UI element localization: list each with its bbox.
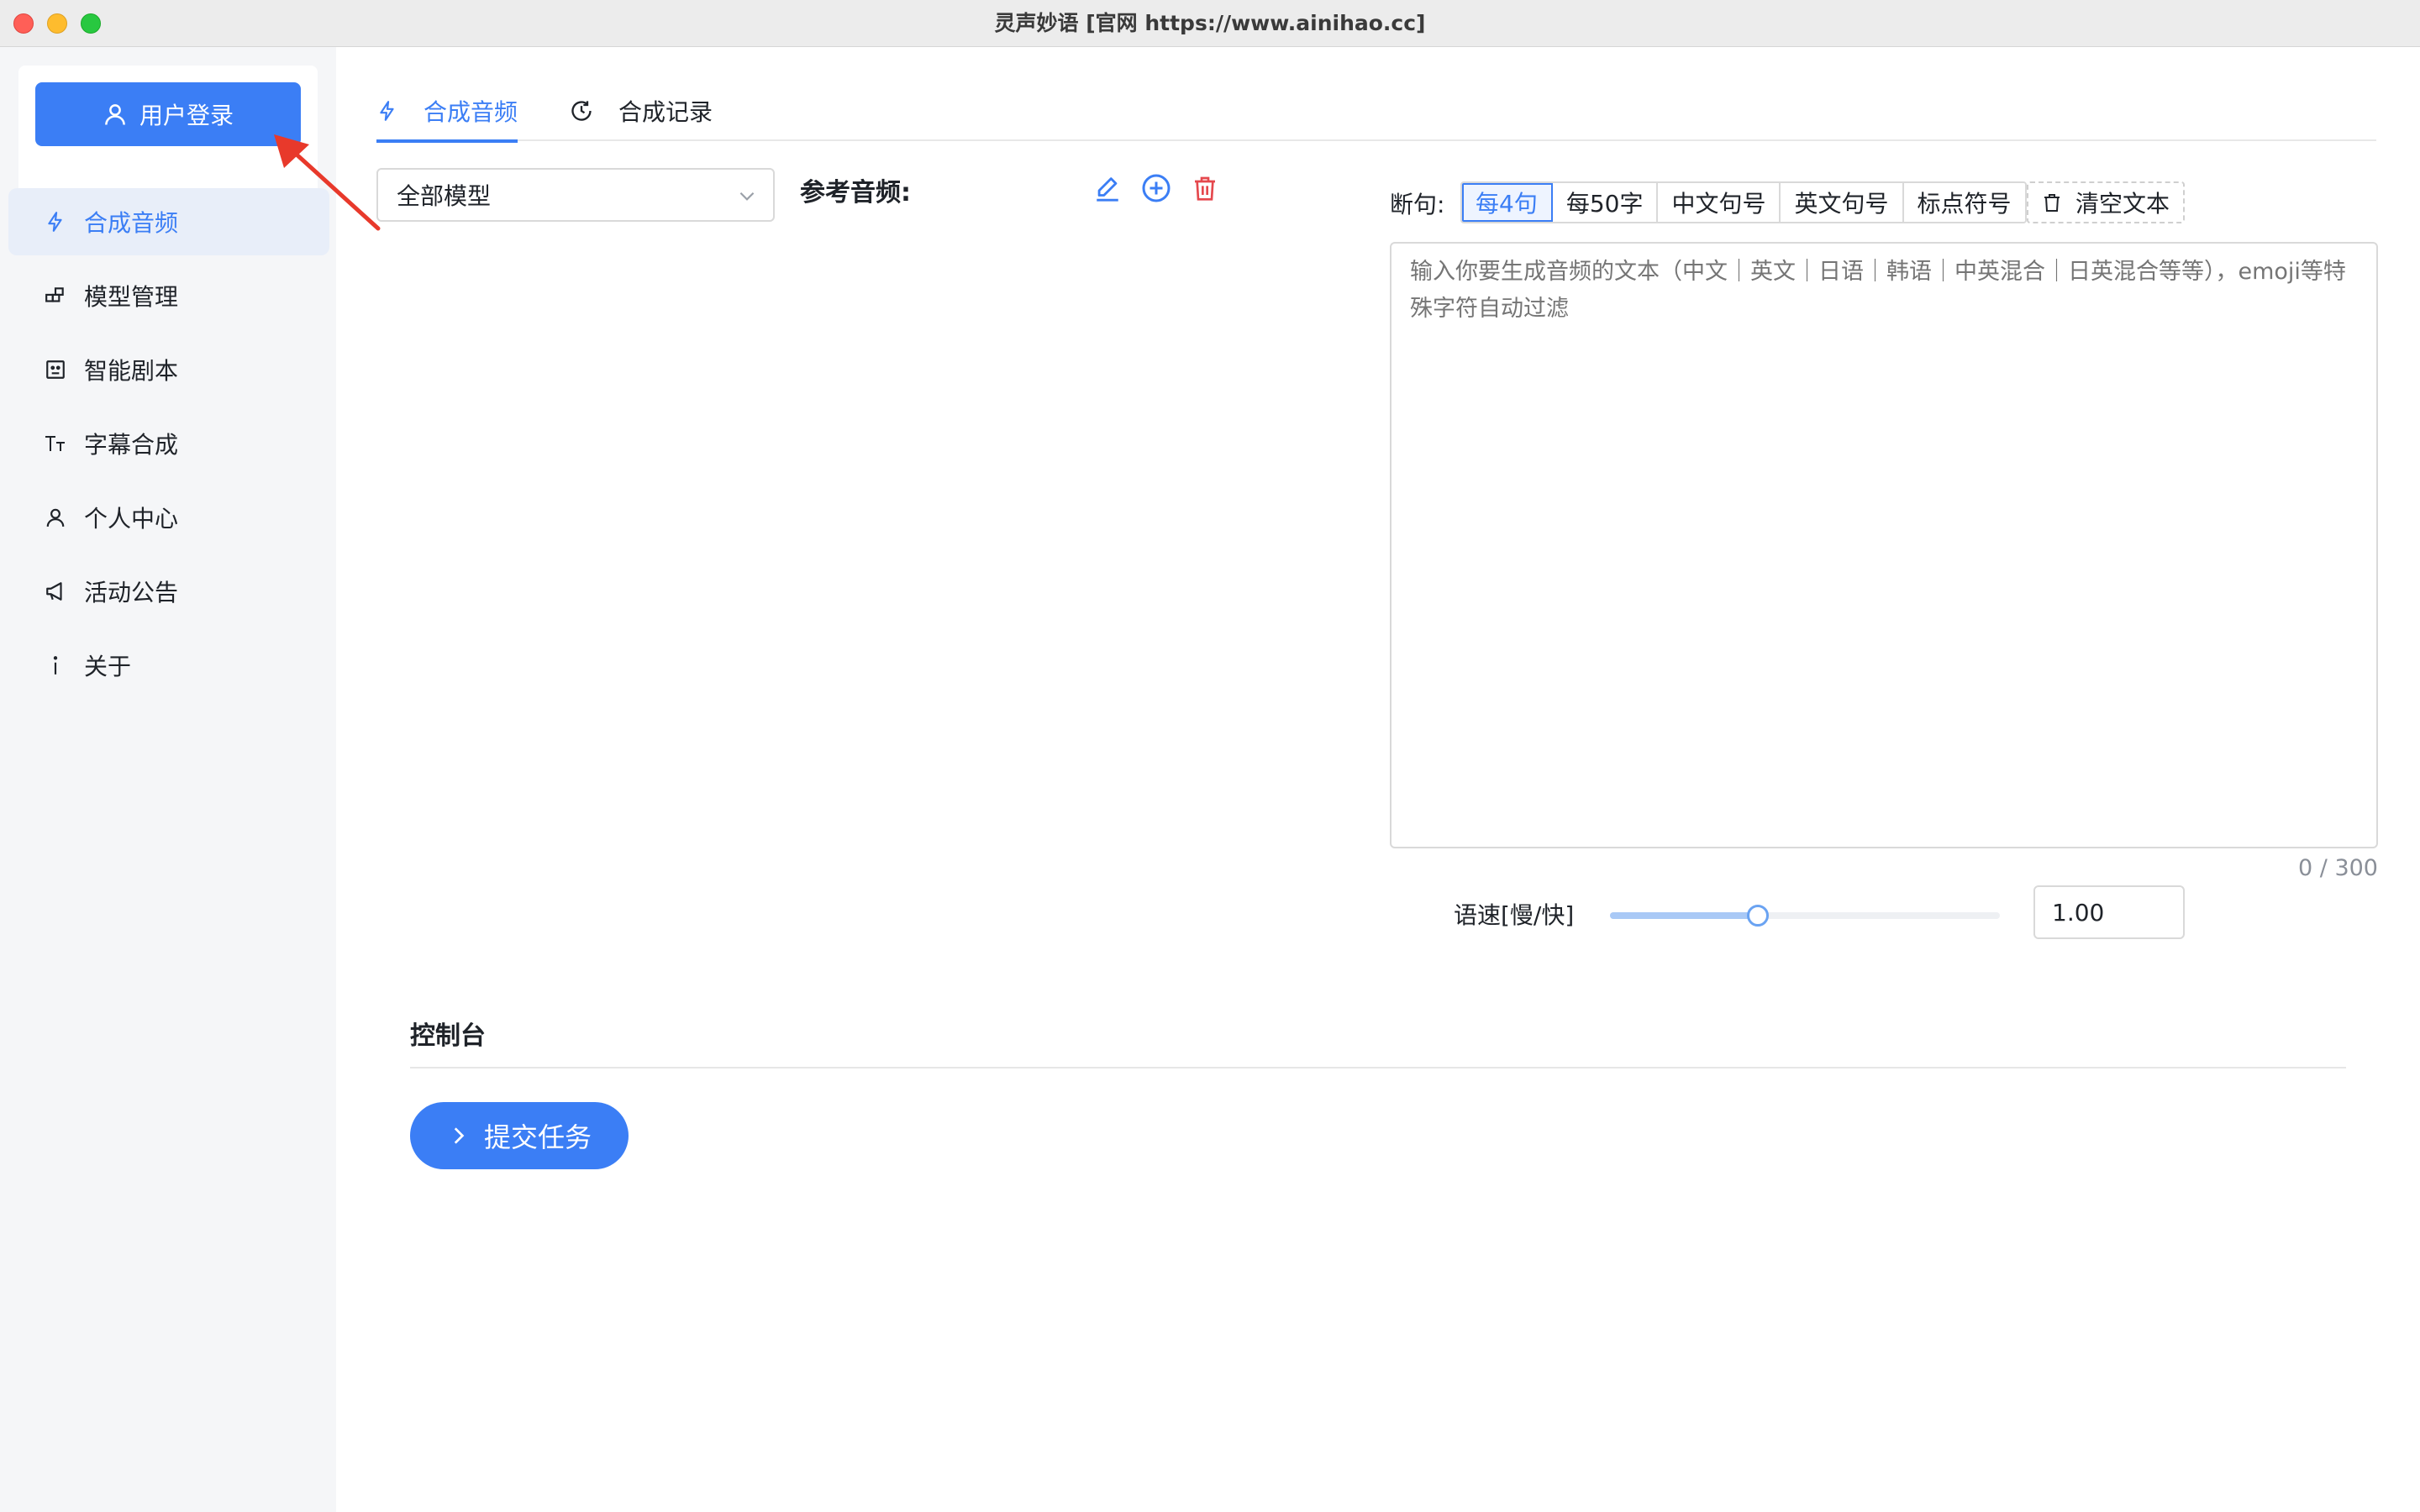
clear-text-label: 清空文本 xyxy=(2075,190,2170,218)
console-divider xyxy=(410,1067,2346,1068)
user-icon xyxy=(105,104,125,125)
info-icon xyxy=(44,654,67,677)
trash-icon xyxy=(2044,194,2060,212)
speed-label: 语速[慢/快] xyxy=(1454,901,1575,929)
script-icon xyxy=(44,358,67,381)
title-bar: 灵声妙语 [官网 https://www.ainihao.cc] xyxy=(0,0,2420,47)
reference-audio-actions xyxy=(1092,173,1220,203)
sidebar-item-label: 智能剧本 xyxy=(84,357,179,385)
speed-input-value: 1.00 xyxy=(2052,898,2105,927)
chevron-down-icon xyxy=(739,192,755,201)
split-option-every-4[interactable]: 每4句 xyxy=(1462,183,1553,222)
split-option-english-period[interactable]: 英文句号 xyxy=(1781,183,1904,222)
text-input[interactable] xyxy=(1390,242,2378,848)
sidebar-item-label: 合成音频 xyxy=(84,209,179,237)
model-select-value: 全部模型 xyxy=(397,182,492,210)
split-mode-group: 每4句 每50字 中文句号 英文句号 标点符号 xyxy=(1460,181,2027,223)
model-blocks-icon xyxy=(44,284,67,307)
user-icon xyxy=(44,506,67,529)
split-label: 断句: xyxy=(1390,191,1445,218)
delete-icon[interactable] xyxy=(1190,173,1220,203)
submit-task-label: 提交任务 xyxy=(483,1121,592,1153)
sidebar-item-smart-script[interactable]: 智能剧本 xyxy=(8,336,329,403)
chevron-right-icon xyxy=(454,1127,465,1144)
text-size-icon xyxy=(44,432,67,455)
history-icon xyxy=(571,101,592,121)
reference-audio-label: 参考音频: xyxy=(800,178,911,207)
sidebar-item-subtitle-synthesis[interactable]: 字幕合成 xyxy=(8,410,329,477)
sidebar-item-model-management[interactable]: 模型管理 xyxy=(8,262,329,329)
tab-bar: 合成音频 合成记录 xyxy=(376,81,2376,143)
window-title: 灵声妙语 [官网 https://www.ainihao.cc] xyxy=(994,11,1426,35)
char-counter: 0 / 300 xyxy=(2298,855,2378,881)
lightning-icon xyxy=(44,210,67,234)
megaphone-icon xyxy=(44,580,67,603)
submit-task-button[interactable]: 提交任务 xyxy=(410,1102,629,1169)
sidebar-item-label: 模型管理 xyxy=(84,283,179,311)
sidebar-item-announcements[interactable]: 活动公告 xyxy=(8,558,329,625)
slider-thumb[interactable] xyxy=(1747,905,1770,927)
lightning-icon xyxy=(380,101,394,121)
sidebar-item-label: 个人中心 xyxy=(84,505,179,533)
edit-icon[interactable] xyxy=(1092,173,1123,203)
tab-synthesis-history[interactable]: 合成记录 xyxy=(570,81,713,141)
tab-label: 合成音频 xyxy=(424,98,518,126)
sidebar-item-label: 关于 xyxy=(84,653,132,680)
split-option-chinese-period[interactable]: 中文句号 xyxy=(1658,183,1781,222)
add-circle-icon[interactable] xyxy=(1141,173,1171,203)
login-button-label: 用户登录 xyxy=(139,102,234,129)
sidebar-item-label: 活动公告 xyxy=(84,579,179,606)
speed-slider[interactable] xyxy=(1610,904,2000,927)
split-option-punctuation[interactable]: 标点符号 xyxy=(1903,183,2025,222)
sidebar-item-label: 字幕合成 xyxy=(84,431,179,459)
tab-synthesize-audio[interactable]: 合成音频 xyxy=(376,81,518,143)
console-title: 控制台 xyxy=(410,1021,486,1051)
sidebar: 用户登录 合成音频 模型管理 智能剧本 字幕合成 个人中心 活动公告 关于 xyxy=(0,47,336,1512)
sidebar-item-about[interactable]: 关于 xyxy=(8,632,329,699)
slider-fill xyxy=(1610,912,1759,919)
split-option-every-50-chars[interactable]: 每50字 xyxy=(1552,183,1659,222)
main-content: 合成音频 合成记录 全部模型 参考音频: 断句: 每4句 每50字 中文句号 英… xyxy=(336,47,2420,1512)
sidebar-nav: 合成音频 模型管理 智能剧本 字幕合成 个人中心 活动公告 关于 xyxy=(8,188,329,706)
sidebar-item-personal-center[interactable]: 个人中心 xyxy=(8,484,329,551)
clear-text-button[interactable]: 清空文本 xyxy=(2027,181,2186,223)
tab-label: 合成记录 xyxy=(618,98,713,126)
login-button[interactable]: 用户登录 xyxy=(35,82,301,146)
model-select[interactable]: 全部模型 xyxy=(376,168,775,222)
speed-input[interactable]: 1.00 xyxy=(2033,885,2185,939)
